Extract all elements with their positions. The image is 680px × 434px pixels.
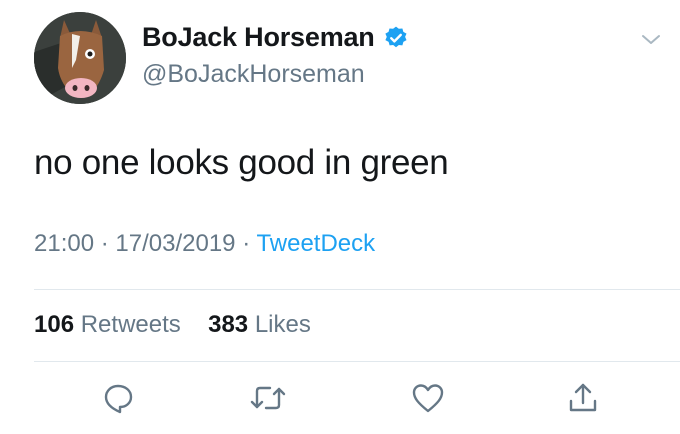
retweets-stat[interactable]: 106 Retweets <box>34 311 187 338</box>
reply-button[interactable] <box>98 380 138 420</box>
user-handle[interactable]: @BoJackHorseman <box>142 60 365 89</box>
retweet-icon <box>249 381 287 420</box>
divider <box>34 289 680 290</box>
verified-badge-icon <box>383 25 409 51</box>
tweet-stats: 106 Retweets 383 Likes <box>34 311 311 339</box>
like-icon <box>411 382 445 419</box>
display-name-text: BoJack Horseman <box>142 22 375 52</box>
meta-separator: · <box>242 230 257 257</box>
tweet-date[interactable]: 17/03/2019 <box>115 230 235 257</box>
likes-label: Likes <box>254 311 311 338</box>
tweet-card: BoJack Horseman @BoJackHorseman no one l… <box>0 0 680 434</box>
retweets-label: Retweets <box>80 311 181 338</box>
share-icon <box>566 381 600 420</box>
like-button[interactable] <box>408 380 448 420</box>
likes-count: 383 <box>208 311 249 338</box>
divider <box>34 361 680 362</box>
likes-stat[interactable]: 383 Likes <box>208 311 311 338</box>
display-name[interactable]: BoJack Horseman <box>142 22 409 53</box>
chevron-down-icon[interactable] <box>638 26 664 52</box>
meta-separator: · <box>100 230 116 257</box>
tweet-time[interactable]: 21:00 <box>34 230 94 257</box>
reply-icon <box>101 381 135 420</box>
tweet-source-link[interactable]: TweetDeck <box>256 230 375 257</box>
share-button[interactable] <box>563 380 603 420</box>
tweet-text: no one looks good in green <box>34 143 449 182</box>
tweet-meta: 21:00 · 17/03/2019 · TweetDeck <box>34 230 375 258</box>
retweet-button[interactable] <box>248 380 288 420</box>
avatar[interactable] <box>34 12 126 104</box>
retweets-count: 106 <box>34 311 75 338</box>
